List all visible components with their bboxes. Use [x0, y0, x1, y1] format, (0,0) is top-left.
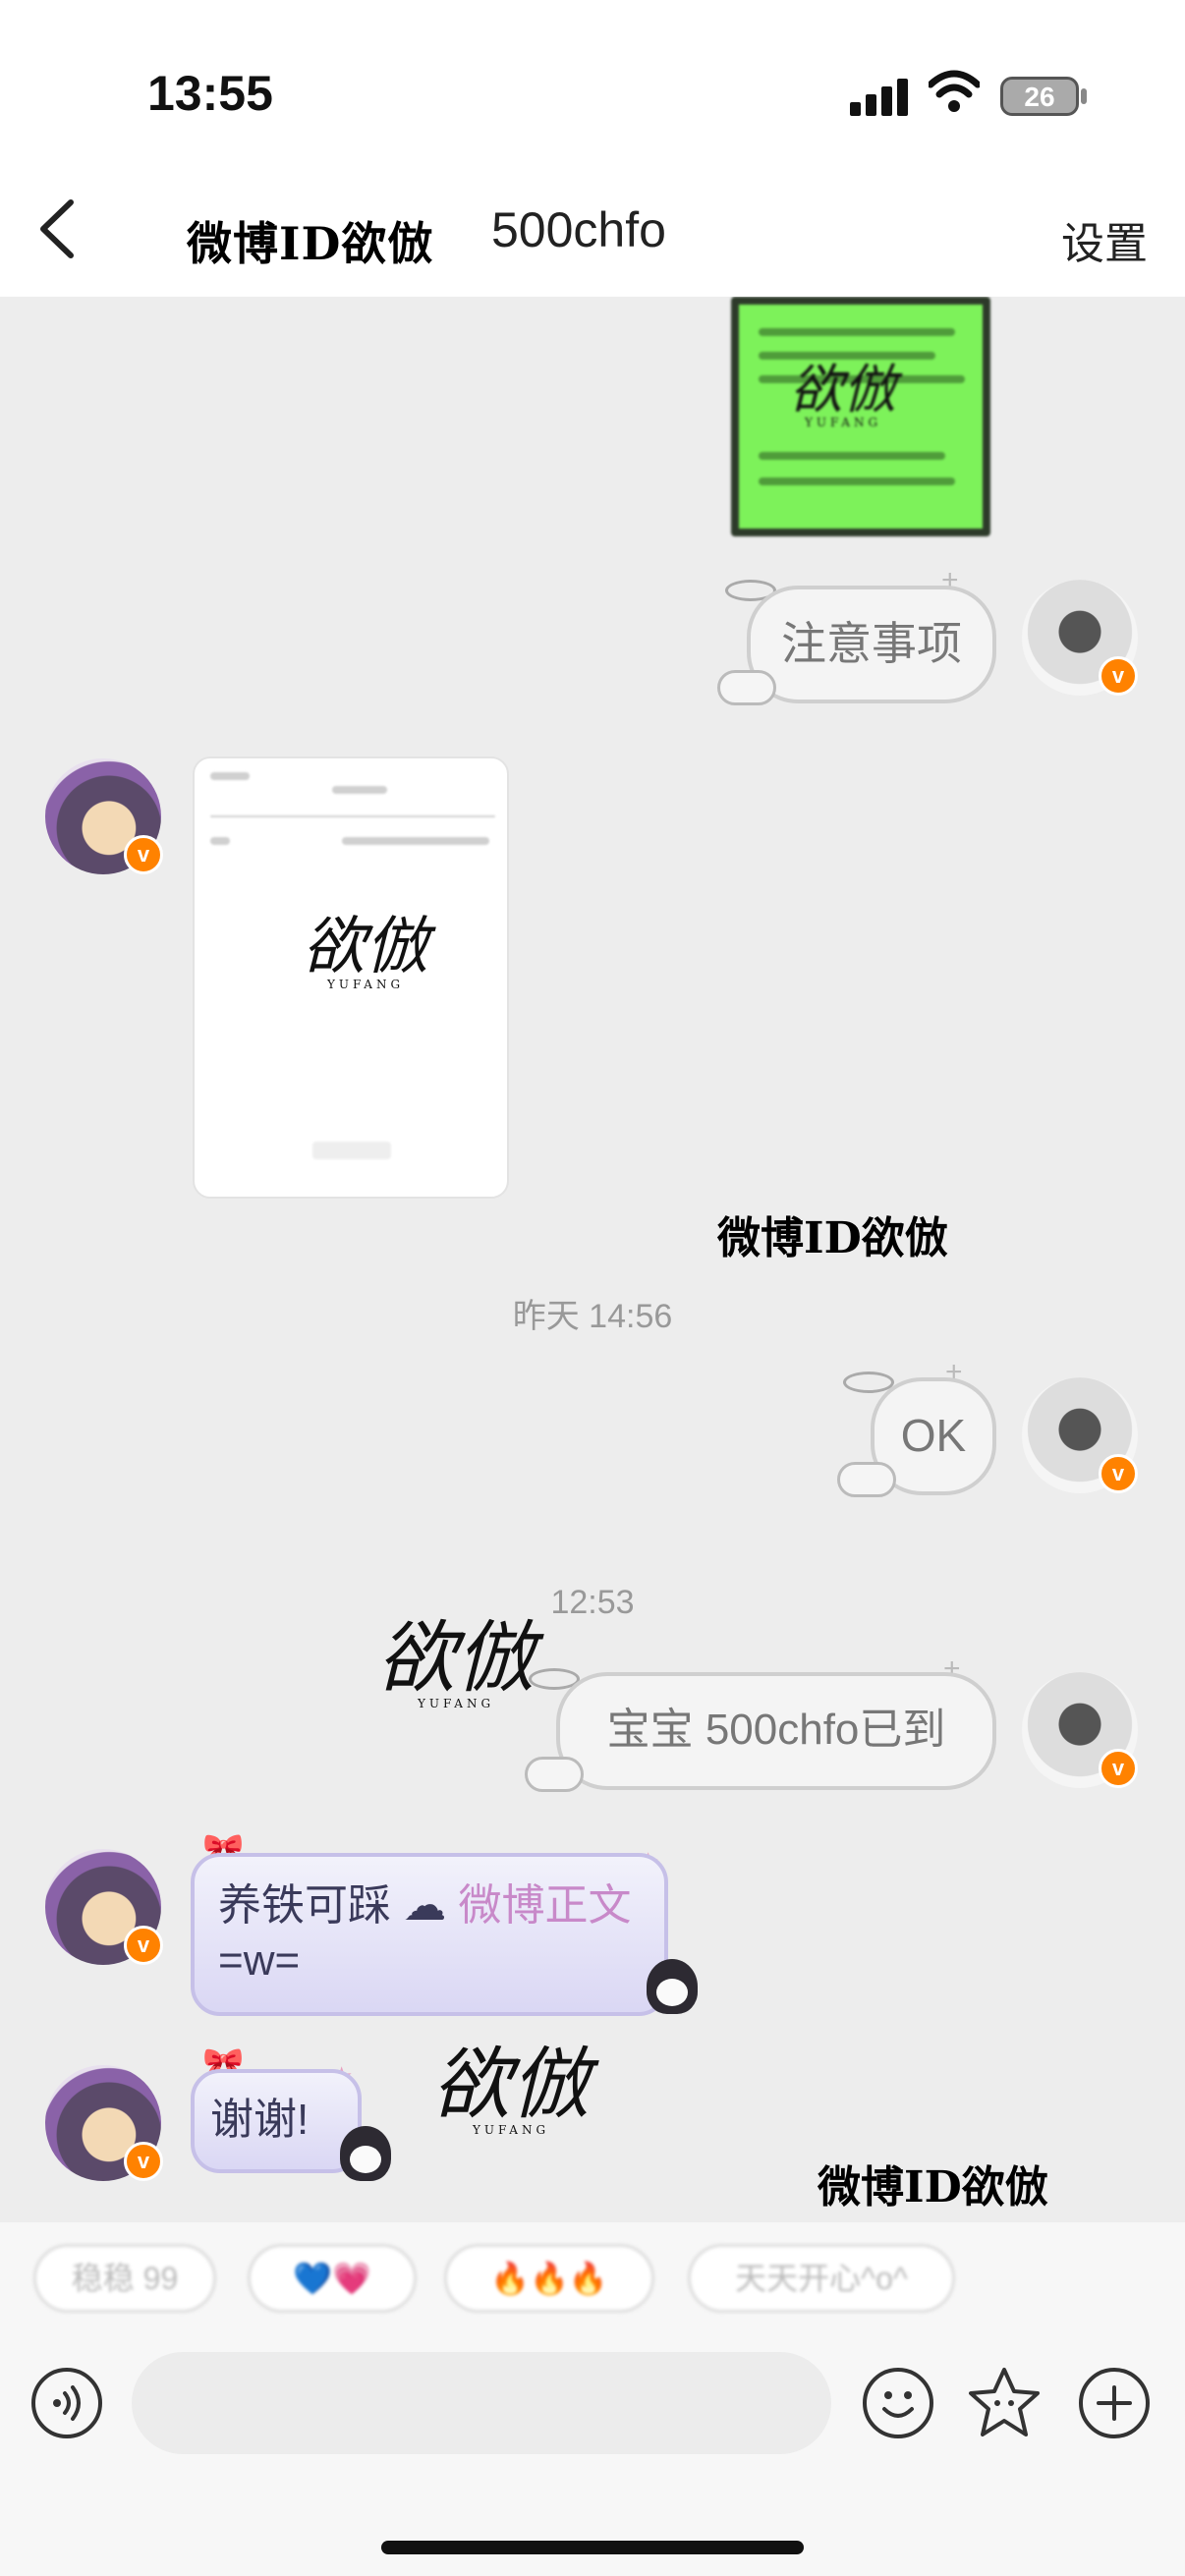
quick-reply-chip[interactable]: 稳稳 99	[33, 2244, 216, 2313]
message-text: 养铁可踩	[218, 1881, 391, 1930]
battery-level: 26	[1024, 82, 1055, 112]
timestamp: 12:53	[550, 1584, 635, 1621]
watermark-text: 微博ID欲倣	[818, 2162, 1048, 2212]
nav-title: 500chfo	[491, 202, 666, 257]
watermark-logo: 欲倣 YUFANG	[432, 2039, 590, 2137]
input-bar	[0, 2330, 1185, 2576]
status-time: 13:55	[147, 66, 273, 121]
wifi-icon	[929, 70, 980, 112]
voice-icon[interactable]	[31, 2368, 102, 2438]
message-image-green[interactable]: 欲倣 YUFANG	[731, 297, 990, 536]
timestamp: 昨天 14:56	[512, 1298, 673, 1335]
plus-glyph	[1097, 2385, 1132, 2421]
weibo-post-link[interactable]: 微博正文	[458, 1881, 631, 1930]
message-bubble[interactable]: 养铁可踩 ☁ 微博正文 =w=	[191, 1853, 668, 2016]
watermark-text: 微博ID欲倣	[717, 1213, 948, 1263]
bubble-deco-cloud	[717, 670, 776, 705]
verified-badge: v	[1099, 1749, 1138, 1788]
nav-title-art: 微博ID欲倣	[187, 217, 434, 270]
battery-icon: 26	[1000, 77, 1079, 116]
message-bubble[interactable]: 宝宝 500chfo已到	[556, 1672, 996, 1790]
plus-icon[interactable]	[1079, 2368, 1150, 2438]
emoji-glyph	[882, 2391, 914, 2418]
verified-badge: v	[124, 1926, 163, 1965]
verified-badge: v	[124, 2142, 163, 2181]
battery-tip	[1081, 88, 1087, 104]
verified-badge: v	[124, 835, 163, 874]
home-indicator	[381, 2541, 804, 2554]
sticker-icon[interactable]	[965, 2364, 1044, 2442]
message-image-white[interactable]: 欲倣 YUFANG	[193, 756, 509, 1199]
bubble-deco-cloud	[525, 1757, 584, 1792]
message-bubble[interactable]: 注意事项	[747, 586, 996, 703]
quick-reply-bar: 稳稳 99 💙💗 🔥🔥🔥 天天开心^o^	[0, 2222, 1185, 2330]
verified-badge: v	[1099, 1454, 1138, 1493]
chat-area[interactable]: 欲倣 YUFANG + 注意事项 v v 欲倣 YUFANG 微博ID欲倣 昨天 1…	[0, 297, 1185, 2222]
voice-glyph	[53, 2385, 81, 2421]
bubble-deco-cloud	[837, 1462, 896, 1497]
emoji-icon[interactable]	[863, 2368, 933, 2438]
image-watermark-logo: 欲倣 YUFANG	[790, 359, 896, 429]
verified-badge: v	[1099, 656, 1138, 696]
chevron-left-icon[interactable]	[29, 195, 88, 263]
message-bubble[interactable]: 谢谢!	[191, 2069, 362, 2173]
settings-button[interactable]: 设置	[1061, 208, 1148, 271]
signal-icon	[850, 77, 909, 116]
kuromi-sticker-icon	[647, 1959, 698, 2014]
message-input[interactable]	[132, 2352, 831, 2454]
message-text: =w=	[218, 1936, 301, 1985]
image-watermark-logo: 欲倣 YUFANG	[303, 911, 428, 991]
quick-reply-chip[interactable]: 天天开心^o^	[688, 2244, 955, 2313]
cloud-icon: ☁	[403, 1881, 447, 1930]
quick-reply-chip[interactable]: 💙💗	[248, 2244, 417, 2313]
kuromi-sticker-icon	[340, 2126, 391, 2181]
quick-reply-chip[interactable]: 🔥🔥🔥	[444, 2244, 654, 2313]
watermark-logo: 欲倣 YUFANG	[377, 1612, 535, 1710]
